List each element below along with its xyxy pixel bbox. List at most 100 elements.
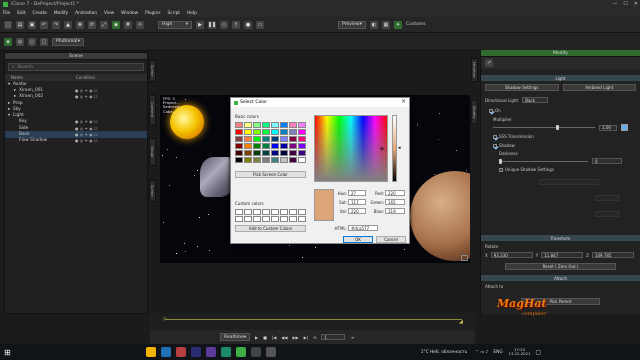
menu-edit[interactable]: Edit <box>17 11 25 16</box>
iclone-icon[interactable] <box>235 347 246 357</box>
notification-icon[interactable]: ▢ <box>535 349 541 356</box>
timeline-start-marker[interactable]: ◇ <box>163 316 167 322</box>
menu-view[interactable]: View <box>104 11 114 16</box>
browser-icon[interactable] <box>160 347 171 357</box>
html-field[interactable]: #dca577 <box>348 225 378 231</box>
maximize-icon[interactable]: ☐ <box>623 1 627 7</box>
view-icon[interactable]: ◐ <box>370 20 378 29</box>
multiplier-field[interactable]: 1.00 <box>599 124 617 131</box>
custom-swatch[interactable] <box>244 209 252 215</box>
basic-color-swatch[interactable] <box>289 143 297 149</box>
blue-field[interactable]: 119 <box>385 208 405 214</box>
custom-swatch[interactable] <box>280 216 288 222</box>
basic-color-swatch[interactable] <box>244 150 252 156</box>
basic-color-swatch[interactable] <box>280 150 288 156</box>
basic-color-swatch[interactable] <box>280 122 288 128</box>
search-input[interactable]: ⌕ Search <box>8 63 144 71</box>
basic-color-swatch[interactable] <box>262 136 270 142</box>
custom-swatch[interactable] <box>244 216 252 222</box>
media-icon[interactable] <box>175 347 186 357</box>
basic-color-swatch[interactable] <box>271 129 279 135</box>
custom-swatch[interactable] <box>298 216 306 222</box>
custom-swatch[interactable] <box>253 216 261 222</box>
basic-color-swatch[interactable] <box>271 150 279 156</box>
basic-color-swatch[interactable] <box>244 157 252 163</box>
custom-swatch[interactable] <box>235 216 243 222</box>
pick-screen-color-button[interactable]: Pick Screen Color <box>235 171 306 178</box>
timeline-track[interactable] <box>165 319 462 320</box>
basic-color-swatch[interactable] <box>235 157 243 163</box>
aftereffects-icon[interactable] <box>205 347 216 357</box>
menu-create[interactable]: Create <box>33 11 47 16</box>
move-icon[interactable]: ✥ <box>76 20 84 29</box>
clock[interactable]: 17:25 13.12.2021 <box>509 347 531 357</box>
row-condition-icons[interactable]: ● ◎ ✦ ◉ ☐ <box>75 132 98 137</box>
row-condition-icons[interactable]: ● ◎ ✦ ◉ ☐ <box>75 126 98 131</box>
undo-icon[interactable]: ↶ <box>40 20 48 29</box>
realtime-select[interactable]: Realtime ▾ <box>220 333 250 341</box>
basic-color-swatch[interactable] <box>262 150 270 156</box>
pause-icon[interactable]: ❚❚ <box>208 20 216 29</box>
basic-color-swatch[interactable] <box>289 150 297 156</box>
basic-color-swatch[interactable] <box>244 129 252 135</box>
step-icon[interactable]: ⇥ <box>350 335 353 340</box>
hud-icon[interactable]: ▭ <box>256 20 264 29</box>
basic-color-swatch[interactable] <box>253 150 261 156</box>
render-icon[interactable]: ▶ <box>196 20 204 29</box>
light-icon[interactable]: ☼ <box>136 20 144 29</box>
basic-color-swatch[interactable] <box>280 157 288 163</box>
menu-modify[interactable]: Modify <box>54 11 68 16</box>
basic-color-swatch[interactable] <box>280 136 288 142</box>
basic-color-swatch[interactable] <box>235 150 243 156</box>
basic-color-swatch[interactable] <box>262 122 270 128</box>
row-condition-icons[interactable]: ● ◎ ✦ ◉ ☐ <box>75 88 98 93</box>
loop-icon[interactable]: ⟲ <box>313 335 316 340</box>
weather-text[interactable]: 1°C Неб. облачность <box>421 350 468 355</box>
basic-color-swatch[interactable] <box>271 136 279 142</box>
side-tab-visual[interactable]: Visual <box>149 138 156 166</box>
multiplier-knob[interactable] <box>556 125 560 130</box>
cube-icon[interactable]: ▢ <box>40 37 48 46</box>
menu-window[interactable]: Window <box>121 11 138 16</box>
premiere-icon[interactable] <box>190 347 201 357</box>
play-icon[interactable]: ▶ <box>255 335 258 340</box>
luminance-slider[interactable] <box>392 115 397 182</box>
basic-color-swatch[interactable] <box>244 122 252 128</box>
new-project-icon[interactable]: □ <box>4 20 12 29</box>
custom-swatch[interactable] <box>289 209 297 215</box>
darkness-field[interactable]: 0 <box>592 158 622 164</box>
vpn-icon[interactable] <box>220 347 231 357</box>
custom-label[interactable]: Customs <box>406 22 426 27</box>
bone-icon[interactable]: † <box>232 20 240 29</box>
basic-color-swatch[interactable] <box>280 143 288 149</box>
basic-color-swatch[interactable] <box>298 136 306 142</box>
basic-color-swatch[interactable] <box>253 157 261 163</box>
lock-icon[interactable]: ◈ <box>4 37 12 46</box>
ok-button[interactable]: OK <box>343 236 373 243</box>
ambient-light-button[interactable]: Ambient Light <box>562 84 636 91</box>
basic-color-swatch[interactable] <box>262 129 270 135</box>
file-explorer-icon[interactable] <box>145 347 156 357</box>
rot-y-field[interactable]: 11.847 <box>541 252 584 258</box>
row-condition-icons[interactable]: ● ◎ ✦ ◉ ☐ <box>75 119 98 124</box>
forward-icon[interactable]: ▶▶ <box>292 335 298 340</box>
scale-icon[interactable]: ⤢ <box>100 20 108 29</box>
custom-swatch[interactable] <box>253 209 261 215</box>
custom-swatch[interactable] <box>271 216 279 222</box>
row-condition-icons[interactable]: ● ◎ ✦ ◉ ☐ <box>75 94 98 99</box>
basic-color-swatch[interactable] <box>262 143 270 149</box>
close-icon[interactable]: × <box>401 98 406 105</box>
basic-color-swatch[interactable] <box>253 143 261 149</box>
frame-field[interactable]: 1 <box>321 334 346 340</box>
select-icon[interactable]: ▲ <box>64 20 72 29</box>
sphere-icon[interactable]: ○ <box>28 37 36 46</box>
cancel-button[interactable]: Cancel <box>376 236 406 243</box>
basic-color-swatch[interactable] <box>235 136 243 142</box>
redo-icon[interactable]: ↷ <box>52 20 60 29</box>
sss-checkbox[interactable] <box>493 134 497 139</box>
prev-frame-icon[interactable]: |◀ <box>272 335 276 340</box>
basic-color-swatch[interactable] <box>298 157 306 163</box>
side-tab-scene-2[interactable]: Scene <box>149 180 156 202</box>
color-spectrum-picker[interactable]: + <box>314 115 388 182</box>
close-icon[interactable]: ✕ <box>634 1 638 7</box>
